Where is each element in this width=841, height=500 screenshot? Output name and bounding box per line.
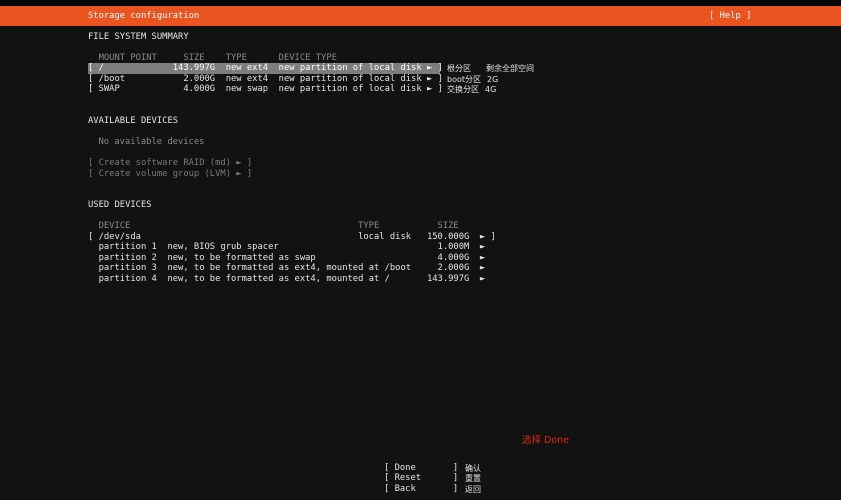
col-device: DEVICE xyxy=(98,221,131,231)
partition-desc: new, to be formatted as ext4, mounted at… xyxy=(167,274,390,284)
available-heading: AVAILABLE DEVICES xyxy=(88,116,179,126)
device-type: new partition of local disk xyxy=(278,63,422,73)
arrow-right-icon: ► xyxy=(426,84,433,94)
note-swap-size: 4G xyxy=(485,85,497,94)
partition-size: 1.000M xyxy=(437,242,470,252)
size: 143.997G xyxy=(172,63,216,73)
used-header: DEVICE TYPE SIZE xyxy=(88,221,512,232)
partition-name: partition 3 xyxy=(98,263,157,273)
create-lvm-button[interactable]: [ Create volume group (LVM) ► ] xyxy=(88,169,512,180)
used-heading: USED DEVICES xyxy=(88,200,152,210)
partition-name: partition 1 xyxy=(98,242,157,252)
col-size: SIZE xyxy=(437,221,459,231)
partition-row[interactable]: partition 1 new, BIOS grub spacer 1.000M… xyxy=(88,242,512,253)
partition-size: 143.997G xyxy=(426,274,470,284)
type: new swap xyxy=(225,84,269,94)
partition-row[interactable]: partition 4 new, to be formatted as ext4… xyxy=(88,274,512,285)
arrow-right-icon: ► xyxy=(479,263,486,273)
back-label: Back xyxy=(394,484,416,494)
partition-desc: new, to be formatted as ext4, mounted at… xyxy=(167,263,412,273)
note-reset: 重置 xyxy=(465,474,481,483)
back-button[interactable]: [ Back] xyxy=(384,484,458,495)
note-root-size: 剩余全部空间 xyxy=(486,64,534,73)
size: 4.000G xyxy=(183,84,216,94)
fs-summary-heading: FILE SYSTEM SUMMARY xyxy=(88,32,189,42)
no-devices-text: No available devices xyxy=(98,137,205,147)
done-label: Done xyxy=(394,463,416,473)
create-raid-button[interactable]: [ Create software RAID (md) ► ] xyxy=(88,158,512,169)
partition-name: partition 4 xyxy=(98,274,157,284)
col-type: TYPE xyxy=(358,221,380,231)
type: new ext4 xyxy=(225,63,269,73)
partition-size: 2.000G xyxy=(437,263,470,273)
partition-row[interactable]: partition 3 new, to be formatted as ext4… xyxy=(88,263,512,274)
reset-label: Reset xyxy=(394,473,422,483)
arrow-right-icon: ► xyxy=(426,63,433,73)
note-swap: 交换分区 xyxy=(447,85,479,94)
mount-point: / xyxy=(98,63,104,73)
help-button[interactable]: [ Help ] xyxy=(709,11,751,21)
note-back: 返回 xyxy=(465,485,481,494)
mount-point: SWAP xyxy=(98,84,120,94)
page-title: Storage configuration xyxy=(88,11,200,21)
arrow-right-icon: ► xyxy=(479,274,486,284)
device-type: new partition of local disk xyxy=(278,84,422,94)
partition-desc: new, BIOS grub spacer xyxy=(167,242,279,252)
reset-button[interactable]: [ Reset] xyxy=(384,473,458,484)
arrow-right-icon: ► xyxy=(479,242,486,252)
note-root: 根分区 xyxy=(447,64,471,73)
fs-row-root[interactable]: [ / 143.997G new ext4 new partition of l… xyxy=(88,63,443,74)
annotation-select-done: 选择 Done xyxy=(522,435,570,446)
header-bar: Storage configuration [ Help ] xyxy=(0,6,841,26)
